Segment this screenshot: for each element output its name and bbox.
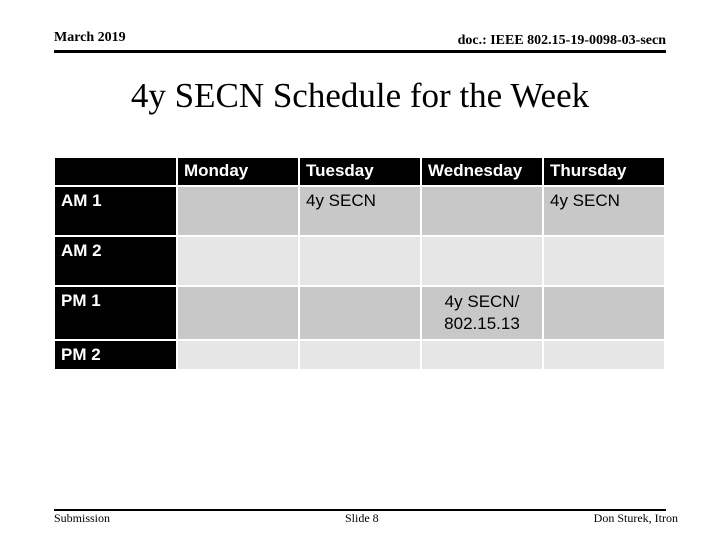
table-cell (300, 287, 420, 339)
header-divider (54, 50, 666, 53)
table-cell (178, 187, 298, 235)
column-header-tuesday: Tuesday (300, 158, 420, 185)
table-cell (178, 287, 298, 339)
row-label: PM 2 (55, 341, 176, 369)
table-cell (422, 341, 542, 369)
table-row: PM 1 4y SECN/ 802.15.13 (55, 287, 664, 339)
table-cell: 4y SECN (300, 187, 420, 235)
table-cell (544, 237, 664, 285)
table-cell (178, 341, 298, 369)
table-cell (178, 237, 298, 285)
table-header-row: Monday Tuesday Wednesday Thursday (55, 158, 664, 185)
column-header-monday: Monday (178, 158, 298, 185)
footer-slide-number: Slide 8 (345, 511, 379, 525)
footer-submission: Submission (54, 511, 111, 525)
column-header-wednesday: Wednesday (422, 158, 542, 185)
table-cell (544, 341, 664, 369)
table-cell (422, 237, 542, 285)
schedule-table: Monday Tuesday Wednesday Thursday AM 1 4… (53, 156, 666, 371)
table-row: PM 2 (55, 341, 664, 369)
slide-title: 4y SECN Schedule for the Week (130, 76, 590, 115)
table-row: AM 1 4y SECN 4y SECN (55, 187, 664, 235)
column-header-thursday: Thursday (544, 158, 664, 185)
table-cell (300, 237, 420, 285)
column-header-corner (55, 158, 176, 185)
table-cell (300, 341, 420, 369)
row-label: AM 2 (55, 237, 176, 285)
header-doc-id: doc.: IEEE 802.15-19-0098-03-secn (457, 33, 666, 48)
row-label: PM 1 (55, 287, 176, 339)
table-cell (544, 287, 664, 339)
table-row: AM 2 (55, 237, 664, 285)
footer-author: Don Sturek, Itron (593, 511, 678, 525)
table-cell (422, 187, 542, 235)
table-cell: 4y SECN (544, 187, 664, 235)
table-cell: 4y SECN/ 802.15.13 (422, 287, 542, 339)
header-date: March 2019 (54, 30, 126, 45)
row-label: AM 1 (55, 187, 176, 235)
